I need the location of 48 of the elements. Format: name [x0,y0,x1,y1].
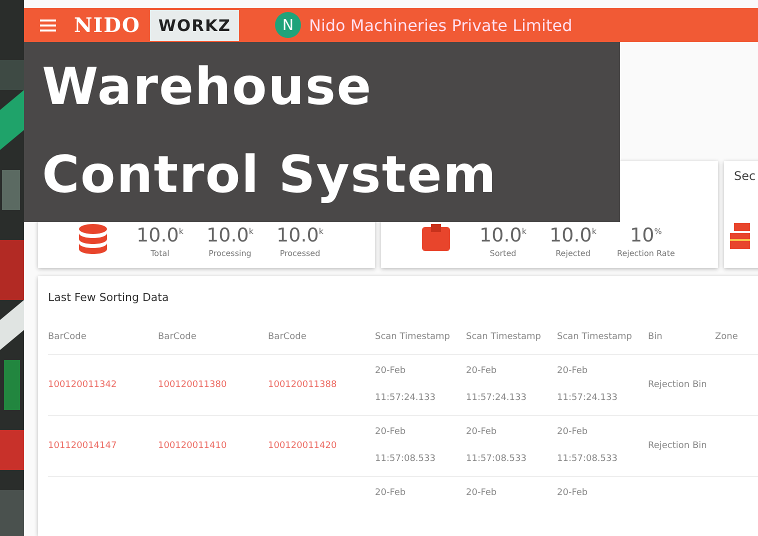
brand-logo: NIDO [74,13,140,37]
stat-label: Processing [208,249,252,258]
barcode-cell-text: 100120011420 [268,440,338,452]
barcode-cell-text: 100120011410 [158,440,228,452]
stat-value: 10.0$^{k}$ [480,223,526,246]
overlay-title-line: Warehouse [42,57,374,119]
overlay-title-line: Control System [42,145,498,207]
timestamp-cell-text: 20-Feb 11:57:08.533 [375,426,436,466]
column-header: Scan Timestamp [557,331,633,344]
column-header: Bin [648,331,664,344]
column-header: Scan Timestamp [375,331,451,344]
timestamp-cell-text: 20-Feb 11:57:24.133 [466,365,528,405]
column-header: BarCode [268,331,308,344]
barcode-cell-text: 100120011342 [48,378,118,392]
barcode-cell-text: 101120014147 [48,440,118,452]
stat-label: Total [150,249,170,258]
avatar[interactable]: N [274,12,301,38]
product-logo: WORKZ [150,10,239,40]
stat-value: 10.0$^{k}$ [136,223,184,246]
stat-label: Rejection Rate [617,249,675,258]
column-header: Zone [715,331,739,344]
box-icon [421,223,451,253]
stat-value: 10.0$^{k}$ [276,223,324,246]
stat-label: Sorted [490,249,516,258]
table-title: Last Few Sorting Data [48,291,169,304]
bin-cell-text: Rejection Bin [648,379,708,392]
timestamp-cell-text: 20-Feb 11:57:24.133 [375,365,436,405]
timestamp-cell-text: 20-Feb [466,487,498,500]
timestamp-cell-text: 20-Feb [375,487,407,500]
barcode-cell-text: 100120011380 [158,378,228,392]
database-icon [78,223,108,257]
column-header: Scan Timestamp [466,331,542,344]
stat-label: Processed [280,249,320,258]
timestamp-cell-text: 20-Feb [557,487,589,500]
barcode-cell-text: 100120011388 [268,378,338,392]
stat-label: Rejected [556,249,590,258]
bin-cell-text: Rejection Bin [648,440,708,453]
timestamp-cell-text: 20-Feb 11:57:24.133 [557,365,618,405]
stat-value: 10.0$^{k}$ [206,223,254,246]
company-name: Nido Machineries Private Limited [308,16,572,34]
column-header: BarCode [158,331,198,344]
stat-value: 10.0$^{k}$ [550,223,596,246]
timestamp-cell-text: 20-Feb 11:57:08.533 [466,426,528,466]
card-title: Sec [734,169,756,183]
column-header: BarCode [48,331,88,344]
menu-icon[interactable] [40,18,56,32]
timestamp-cell-text: 20-Feb 11:57:08.533 [557,426,618,466]
stat-value: 10$^{%}$ [630,223,662,246]
